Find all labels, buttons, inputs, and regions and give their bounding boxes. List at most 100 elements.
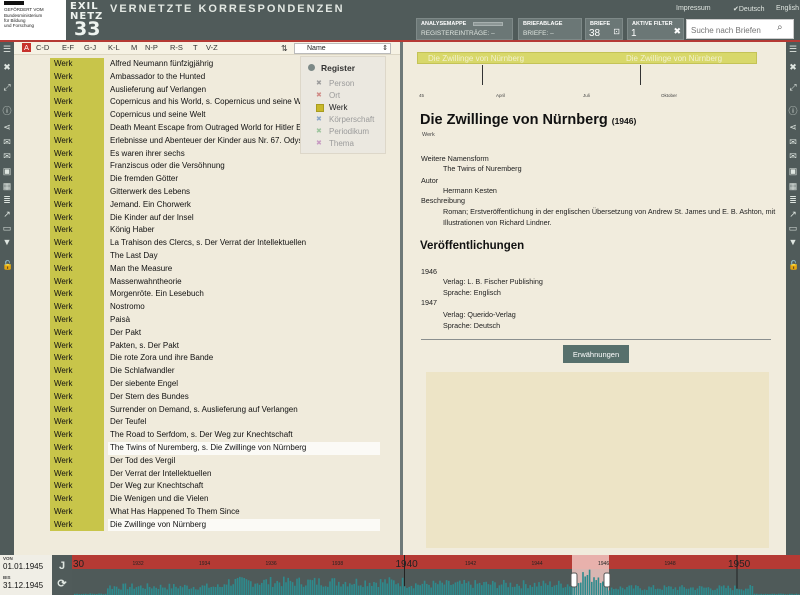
list-item-name[interactable]: La Trahison des Clercs, s. Der Verrat de… [108, 237, 380, 250]
list-item-name[interactable]: The Twins of Nuremberg, s. Die Zwillinge… [108, 441, 380, 455]
list-item-name[interactable]: König Haber [108, 224, 380, 237]
list-item-name[interactable]: The Road to Serfdom, s. Der Weg zur Knec… [108, 429, 380, 442]
sort-select[interactable]: Name ⇕ [294, 43, 391, 54]
list-item[interactable]: Werk Die Zwillinge von Nürnberg [50, 518, 390, 532]
list-item-name[interactable]: Surrender on Demand, s. Auslieferung auf… [108, 404, 380, 417]
language-english[interactable]: English [776, 5, 799, 12]
info-icon[interactable]: ⓘ [788, 106, 798, 116]
mail-icon[interactable]: ✉ [2, 137, 12, 147]
exilnetz-logo[interactable]: EXIL NETZ 33 [68, 1, 104, 40]
list-item[interactable]: Werk Jemand. Ein Chorwerk [50, 198, 390, 212]
list-item[interactable]: Werk Die Schlafwandler [50, 365, 390, 378]
alpha-filter-e-f[interactable]: E-F [62, 43, 74, 52]
mini-timeline[interactable]: Die Zwillinge von Nürnberg Die Zwillinge… [417, 52, 757, 85]
open-mail-icon[interactable]: ✉ [2, 151, 12, 161]
analysemappe-slider[interactable] [473, 22, 503, 26]
language-deutsch[interactable]: ✔Deutsch [733, 5, 765, 13]
list-item-name[interactable]: Man the Measure [108, 263, 380, 276]
alpha-filter-g-j[interactable]: G-J [84, 43, 96, 52]
open-mail-icon[interactable]: ✉ [788, 151, 798, 161]
search-input[interactable] [687, 21, 777, 40]
list-item[interactable]: Werk Pakten, s. Der Pakt [50, 339, 390, 353]
list-item-name[interactable]: Massenwahntheorie [108, 276, 380, 289]
list-item-name[interactable]: Der Weg zur Knechtschaft [108, 480, 380, 493]
list-item-name[interactable]: Der Verrat der Intellektuellen [108, 468, 380, 481]
list-item[interactable]: Werk The Road to Serfdom, s. Der Weg zur … [50, 429, 390, 442]
list-item-name[interactable]: Gitterwerk des Lebens [108, 186, 380, 199]
chart-icon[interactable]: ↗ [788, 209, 798, 219]
briefcase-icon[interactable]: ▣ [2, 166, 12, 176]
list-item[interactable]: Werk Man the Measure [50, 262, 390, 276]
filter-icon[interactable]: ▼ [788, 237, 798, 247]
list-item-name[interactable]: Die Wenigen und die Vielen [108, 493, 380, 506]
list-item-name[interactable]: Der Stern des Bundes [108, 391, 380, 404]
year-button[interactable]: J [56, 560, 68, 574]
alpha-filter-k-l[interactable]: K-L [108, 43, 120, 52]
list-item-name[interactable]: Nostromo [108, 301, 380, 314]
list-item[interactable]: Werk Der Teufel [50, 416, 390, 430]
alpha-filter-r-s[interactable]: R-S [170, 43, 183, 52]
analysemappe-box[interactable]: ANALYSEMAPPE REGISTEREINTRÄGE: – [416, 18, 513, 40]
list-icon[interactable]: ≣ [2, 195, 12, 205]
list-item-name[interactable]: What Has Happened To Them Since [108, 506, 380, 519]
timeline-handle-right[interactable] [603, 572, 611, 588]
list-item-name[interactable]: Jemand. Ein Chorwerk [108, 199, 380, 212]
alpha-filter-t[interactable]: T [193, 43, 198, 52]
lock-icon[interactable]: 🔓 [2, 260, 13, 270]
list-item[interactable]: Werk Surrender on Demand, s. Auslieferung… [50, 403, 390, 417]
share-icon[interactable]: ⋖ [2, 122, 12, 132]
list-item[interactable]: Werk Gitterwerk des Lebens [50, 185, 390, 199]
list-item[interactable]: Werk The Last Day [50, 249, 390, 263]
list-item[interactable]: Werk Paisà [50, 313, 390, 327]
menu-icon[interactable]: ☰ [2, 44, 12, 54]
list-item-name[interactable]: Die rote Zora und ihre Bande [108, 352, 380, 365]
filter-icon[interactable]: ▼ [2, 237, 12, 247]
list-item-name[interactable]: The Last Day [108, 250, 380, 263]
map-icon[interactable]: ▭ [2, 223, 12, 233]
list-item-name[interactable]: Der Teufel [108, 416, 380, 429]
close-icon[interactable]: ✖ [788, 62, 798, 72]
list-item[interactable]: Werk Der Tod des Vergil [50, 454, 390, 468]
list-item[interactable]: Werk Die rote Zora und ihre Bande [50, 352, 390, 366]
briefe-icon[interactable]: ⊡ [613, 27, 620, 36]
list-item[interactable]: Werk Die Kinder auf der Insel [50, 211, 390, 225]
expand-icon[interactable]: ⤢ [2, 82, 12, 92]
list-item-name[interactable]: Die fremden Götter [108, 173, 380, 186]
list-item[interactable]: Werk Die Wenigen und die Vielen [50, 493, 390, 506]
mail-icon[interactable]: ✉ [788, 137, 798, 147]
timeline-chart[interactable]: 30 1940 1950 1932 1934 1936 1938 1942 1944 1946 19… [72, 555, 800, 595]
share-icon[interactable]: ⋖ [788, 122, 798, 132]
expand-icon[interactable]: ⤢ [788, 82, 798, 92]
list-item-name[interactable]: Franziscus oder die Versöhnung [108, 160, 380, 173]
list-item[interactable]: Werk Der Weg zur Knechtschaft [50, 480, 390, 494]
list-item[interactable]: Werk König Haber [50, 224, 390, 238]
close-icon[interactable]: ✖ [2, 62, 12, 72]
list-item[interactable]: Werk Massenwahntheorie [50, 275, 390, 289]
list-item-name[interactable]: Die Zwillinge von Nürnberg [108, 518, 380, 532]
menu-icon[interactable]: ☰ [788, 44, 798, 54]
alpha-filter-c-d[interactable]: C-D [36, 43, 49, 52]
alpha-filter-v-z[interactable]: V-Z [206, 43, 218, 52]
list-item-name[interactable]: Die Schlafwandler [108, 365, 380, 378]
list-item-name[interactable]: Paisà [108, 314, 380, 327]
alpha-filter-a[interactable]: A [22, 43, 32, 52]
calendar-icon[interactable]: ▦ [788, 181, 798, 191]
aktive-filter-box[interactable]: AKTIVE FILTER 1 ✖ [627, 18, 684, 40]
map-icon[interactable]: ▭ [788, 223, 798, 233]
search-icon[interactable]: ⌕ [777, 22, 791, 36]
briefe-box[interactable]: BRIEFE 38 ⊡ [585, 18, 623, 40]
alpha-filter-n-p[interactable]: N-P [145, 43, 158, 52]
refresh-icon[interactable]: ⟳ [56, 577, 68, 591]
list-item-name[interactable]: Morgenröte. Ein Lesebuch [108, 288, 380, 301]
list-item[interactable]: Werk La Trahison des Clercs, s. Der Verra… [50, 237, 390, 250]
list-item[interactable]: Werk Franziscus oder die Versöhnung [50, 160, 390, 174]
list-item[interactable]: Werk Der siebente Engel [50, 377, 390, 391]
list-item[interactable]: Werk Der Pakt [50, 326, 390, 340]
list-item-name[interactable]: Der Pakt [108, 327, 380, 340]
list-item-name[interactable]: Der Tod des Vergil [108, 455, 380, 468]
list-item-name[interactable]: Die Kinder auf der Insel [108, 212, 380, 225]
info-icon[interactable]: ⓘ [2, 106, 12, 116]
impressum-link[interactable]: Impressum [676, 5, 711, 12]
list-item[interactable]: Werk The Twins of Nuremberg, s. Die Zwill… [50, 441, 390, 455]
calendar-icon[interactable]: ▦ [2, 181, 12, 191]
